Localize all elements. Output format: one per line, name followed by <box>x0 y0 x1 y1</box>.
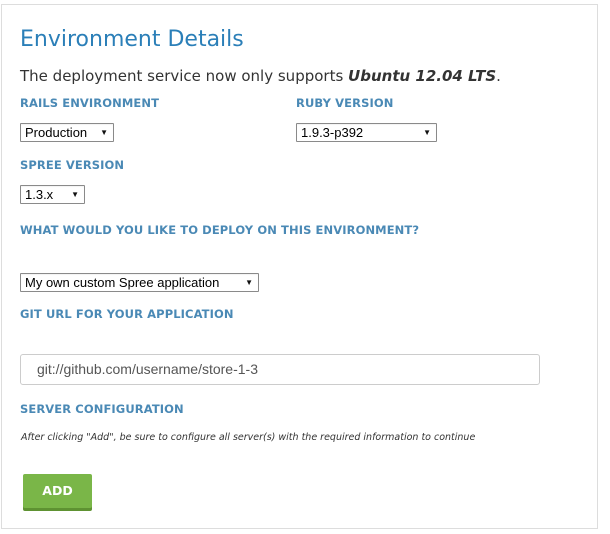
deploy-target-value: My own custom Spree application <box>25 275 220 290</box>
intro-text: The deployment service now only supports… <box>20 67 501 85</box>
rails-environment-value: Production <box>25 125 88 140</box>
intro-prefix: The deployment service now only supports <box>20 67 349 85</box>
deploy-target-label: WHAT WOULD YOU LIKE TO DEPLOY ON THIS EN… <box>20 223 420 237</box>
intro-suffix: . <box>496 67 501 85</box>
triangle-down-icon: ▼ <box>423 128 431 137</box>
git-url-input[interactable]: git://github.com/username/store-1-3 <box>20 354 540 385</box>
triangle-down-icon: ▼ <box>245 278 253 287</box>
environment-details-panel: Environment Details The deployment servi… <box>1 4 598 529</box>
ruby-version-label: RUBY VERSION <box>296 96 394 110</box>
triangle-down-icon: ▼ <box>100 128 108 137</box>
deploy-target-select[interactable]: My own custom Spree application ▼ <box>20 273 259 292</box>
intro-emphasis: Ubuntu 12.04 LTS <box>348 67 497 85</box>
page-title: Environment Details <box>20 27 244 52</box>
rails-environment-select[interactable]: Production ▼ <box>20 123 114 142</box>
spree-version-select[interactable]: 1.3.x ▼ <box>20 185 85 204</box>
spree-version-label: SPREE VERSION <box>20 158 125 172</box>
server-configuration-help: After clicking "Add", be sure to configu… <box>21 432 476 443</box>
ruby-version-value: 1.9.3-p392 <box>301 125 364 140</box>
git-url-label: GIT URL FOR YOUR APPLICATION <box>20 307 234 321</box>
rails-environment-label: RAILS ENVIRONMENT <box>20 96 160 110</box>
spree-version-value: 1.3.x <box>25 187 54 202</box>
triangle-down-icon: ▼ <box>71 190 79 199</box>
ruby-version-select[interactable]: 1.9.3-p392 ▼ <box>296 123 437 142</box>
add-button[interactable]: ADD <box>23 474 92 508</box>
server-configuration-label: SERVER CONFIGURATION <box>20 402 184 416</box>
